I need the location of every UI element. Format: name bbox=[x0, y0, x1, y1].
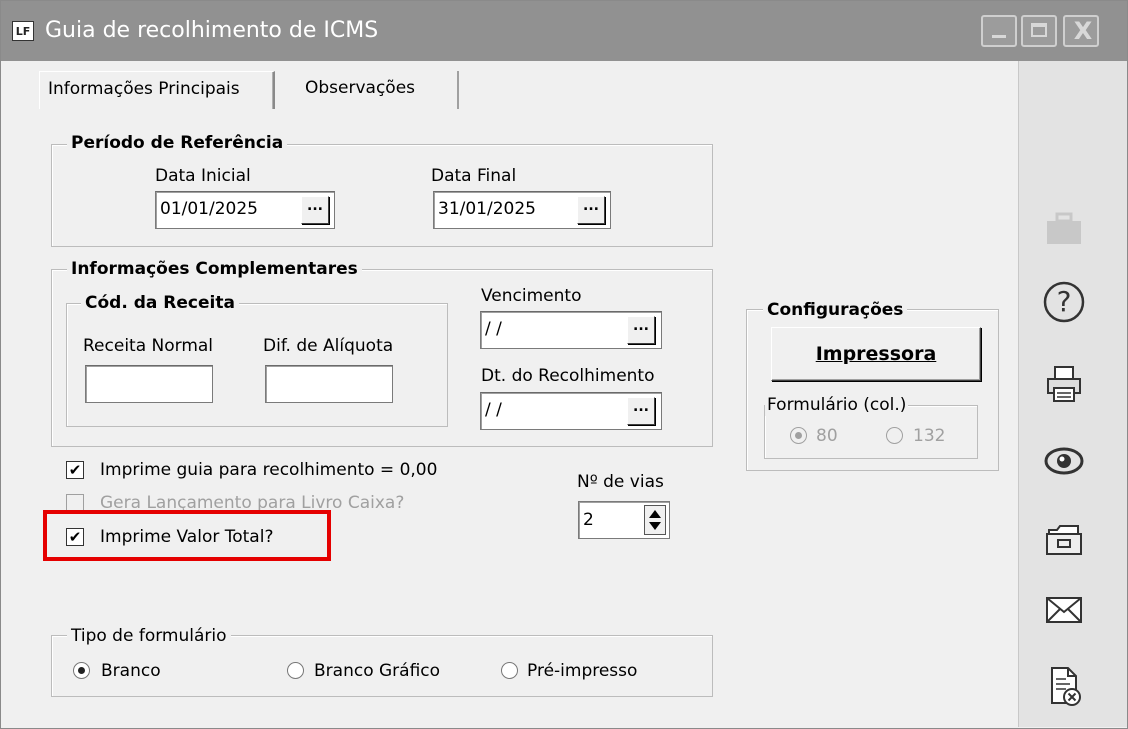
minimize-icon bbox=[992, 35, 1006, 38]
close-button[interactable]: X bbox=[1063, 15, 1099, 47]
dt-recolhimento-label: Dt. do Recolhimento bbox=[481, 366, 655, 386]
help-glyph: ? bbox=[1056, 285, 1072, 318]
pre-impresso-radio[interactable] bbox=[501, 662, 518, 679]
formulario-80-radio[interactable] bbox=[790, 427, 807, 444]
folder-icon[interactable] bbox=[1041, 517, 1087, 563]
tab-informacoes-principais[interactable]: Informações Principais bbox=[39, 71, 275, 109]
data-inicial-label: Data Inicial bbox=[155, 166, 251, 186]
configuracoes-legend: Configurações bbox=[763, 299, 908, 321]
dif-aliquota-label: Dif. de Alíquota bbox=[263, 336, 394, 356]
title-bar: LF Guia de recolhimento de ICMS X bbox=[1, 1, 1127, 61]
minimize-button[interactable] bbox=[981, 15, 1017, 47]
branco-radio[interactable] bbox=[73, 662, 90, 679]
window-title: Guia de recolhimento de ICMS bbox=[45, 18, 379, 43]
periodo-group bbox=[51, 144, 713, 247]
branco-grafico-radio[interactable] bbox=[287, 662, 304, 679]
tab-observacoes[interactable]: Observações bbox=[297, 71, 459, 109]
vias-value: 2 bbox=[583, 510, 594, 530]
branco-label: Branco bbox=[101, 661, 161, 681]
document-close-icon[interactable] bbox=[1041, 663, 1087, 709]
periodo-legend: Período de Referência bbox=[67, 132, 288, 154]
cod-receita-legend: Cód. da Receita bbox=[81, 292, 239, 314]
close-icon: X bbox=[1073, 17, 1093, 45]
complementares-legend: Informações Complementares bbox=[67, 258, 362, 280]
branco-grafico-label: Branco Gráfico bbox=[314, 661, 441, 681]
highlight-box bbox=[43, 510, 331, 561]
app-icon: LF bbox=[12, 21, 34, 41]
dt-recolhimento-picker-button[interactable]: ... bbox=[627, 397, 655, 425]
formulario-132-label: 132 bbox=[913, 426, 946, 446]
imprime-guia-checkbox[interactable]: ✔ bbox=[66, 461, 84, 479]
eye-icon[interactable] bbox=[1041, 438, 1087, 484]
dif-aliquota-input[interactable] bbox=[265, 365, 393, 403]
data-final-picker-button[interactable]: ... bbox=[577, 196, 605, 224]
printer-icon[interactable] bbox=[1041, 361, 1087, 407]
vias-label: Nº de vias bbox=[577, 472, 664, 492]
formulario-80-label: 80 bbox=[816, 426, 838, 446]
pre-impresso-label: Pré-impresso bbox=[527, 661, 638, 681]
formulario-132-radio[interactable] bbox=[886, 427, 903, 444]
spin-up-icon[interactable] bbox=[649, 510, 661, 518]
help-icon[interactable]: ? bbox=[1041, 279, 1087, 325]
briefcase-icon[interactable] bbox=[1041, 206, 1087, 252]
maximize-button[interactable] bbox=[1021, 15, 1057, 47]
maximize-icon bbox=[1031, 23, 1047, 37]
spin-down-icon[interactable] bbox=[649, 522, 661, 530]
vias-spinner[interactable]: 2 bbox=[578, 501, 670, 539]
data-inicial-picker-button[interactable]: ... bbox=[301, 196, 329, 224]
tipo-formulario-legend: Tipo de formulário bbox=[67, 625, 231, 647]
vencimento-picker-button[interactable]: ... bbox=[627, 316, 655, 344]
receita-normal-input[interactable] bbox=[85, 365, 213, 403]
vias-spin-arrows[interactable] bbox=[644, 505, 666, 535]
imprime-guia-label: Imprime guia para recolhimento = 0,00 bbox=[100, 460, 438, 480]
receita-normal-label: Receita Normal bbox=[83, 336, 214, 356]
impressora-button[interactable]: Impressora bbox=[771, 327, 981, 381]
formulario-col-legend: Formulário (col.) bbox=[765, 394, 909, 416]
data-final-label: Data Final bbox=[431, 166, 517, 186]
vencimento-label: Vencimento bbox=[481, 286, 582, 306]
window: LF Guia de recolhimento de ICMS X Inform… bbox=[0, 0, 1128, 729]
mail-icon[interactable] bbox=[1041, 587, 1087, 633]
